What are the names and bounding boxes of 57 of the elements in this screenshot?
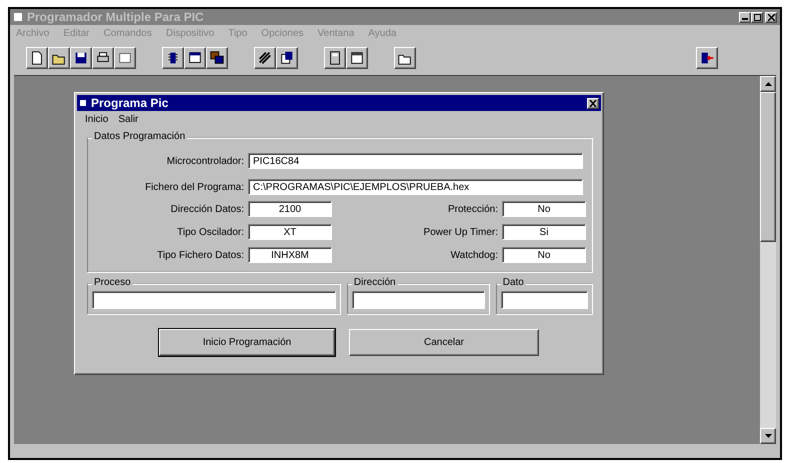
pattern-icon	[257, 50, 273, 66]
field-label: Tipo Fichero Datos:	[156, 250, 244, 260]
value-field[interactable]: No	[502, 201, 586, 217]
field-label: Watchdog:	[450, 250, 498, 260]
down-arrow-icon	[764, 434, 772, 438]
group-caption: Datos Programación	[92, 131, 188, 143]
toolbar-button[interactable]	[114, 47, 136, 69]
close-icon	[589, 100, 597, 106]
value-field[interactable]: XT	[248, 224, 332, 240]
field-label: Protección:	[446, 204, 498, 214]
up-arrow-icon	[764, 82, 772, 86]
toolbar-button[interactable]	[70, 47, 92, 69]
maximize-button[interactable]	[751, 12, 763, 22]
toolbar-button[interactable]	[254, 47, 276, 69]
field-label: Microcontrolador:	[166, 156, 244, 166]
toolbar-button[interactable]	[394, 47, 416, 69]
close-button[interactable]	[587, 98, 599, 108]
toolbar-button[interactable]	[276, 47, 298, 69]
toolbar-button[interactable]	[92, 47, 114, 69]
value-field[interactable]: Si	[502, 224, 586, 240]
menu-item[interactable]: Inicio	[85, 114, 108, 124]
toolbar-button[interactable]	[184, 47, 206, 69]
field-label: Tipo Oscilador:	[176, 226, 244, 238]
toolbar-button[interactable]	[696, 47, 718, 69]
exit-door-icon	[699, 50, 715, 66]
field-label: Dirección Datos:	[170, 204, 244, 214]
minimize-button[interactable]	[739, 12, 751, 22]
value-field[interactable]: No	[502, 247, 586, 263]
toolbar-button[interactable]	[48, 47, 70, 69]
window-title: Programador Multiple Para PIC	[27, 10, 205, 24]
dialog-icon	[79, 99, 87, 107]
toolbar-button[interactable]	[162, 47, 184, 69]
toolbar-button[interactable]	[206, 47, 228, 69]
pages-icon	[279, 50, 295, 66]
maximize-icon	[754, 14, 760, 20]
scrollbar[interactable]	[760, 76, 776, 444]
menu-item[interactable]: Salir	[118, 114, 138, 124]
toolbar-button[interactable]	[26, 47, 48, 69]
windows-icon	[209, 50, 225, 66]
scroll-thumb[interactable]	[760, 92, 776, 242]
dialog-button[interactable]: Cancelar	[349, 329, 539, 356]
app-icon	[13, 12, 23, 22]
toolbar-button[interactable]	[346, 47, 368, 69]
sheet-icon	[117, 50, 133, 66]
dialog-button[interactable]: Inicio Programación	[159, 329, 335, 356]
window-icon	[187, 50, 203, 66]
value-field[interactable]: 2100	[248, 201, 332, 217]
toolbar-button[interactable]	[324, 47, 346, 69]
text-field[interactable]: C:\PROGRAMAS\PIC\EJEMPLOS\PRUEBA.hex	[248, 179, 583, 195]
field-label: Fichero del Programa:	[144, 182, 244, 192]
value-field[interactable]: INHX8M	[248, 247, 332, 263]
dialog-title: Programa Pic	[91, 96, 170, 110]
close-icon	[768, 14, 774, 20]
close-button[interactable]	[765, 12, 777, 22]
page-icon	[29, 50, 45, 66]
text-field[interactable]: PIC16C84	[248, 153, 583, 169]
field-label: Power Up Timer:	[422, 226, 498, 238]
